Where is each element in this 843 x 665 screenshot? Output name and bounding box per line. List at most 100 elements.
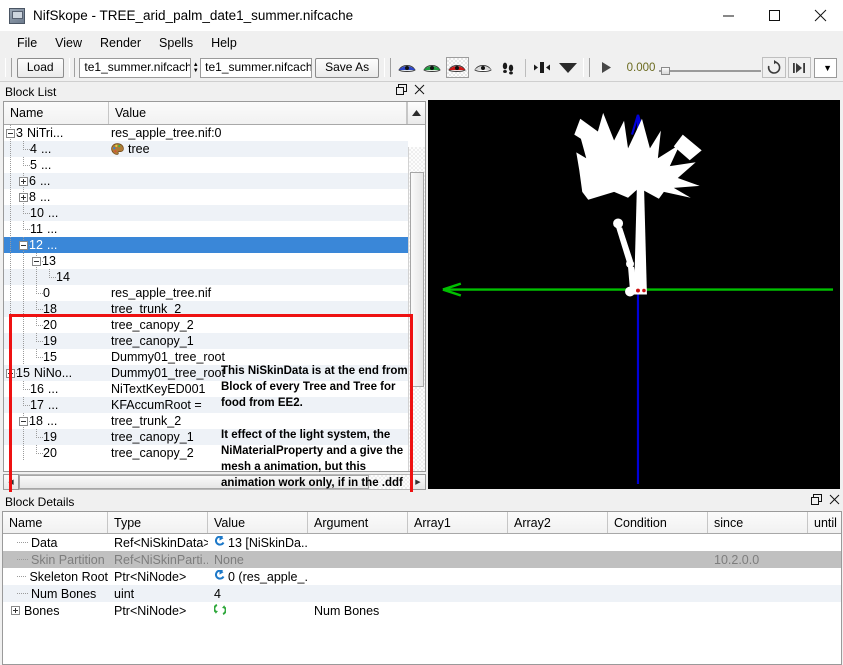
block-row-value-cell: Dummy01_tree_root — [109, 366, 408, 380]
details-cell-value: 4 — [208, 587, 308, 601]
block-list-row[interactable]: 14 — [4, 269, 408, 285]
scroll-left-icon[interactable]: ◀ — [3, 473, 19, 490]
block-list-row[interactable]: 16... NiTextKeyED001 — [4, 381, 408, 397]
block-list-row[interactable]: 10... — [4, 205, 408, 221]
menu-view[interactable]: View — [46, 34, 91, 52]
toolbar-grip-4[interactable] — [583, 58, 591, 77]
toolbar-grip-2[interactable] — [68, 58, 76, 77]
origin-marker-2 — [642, 288, 646, 293]
main-toolbar: Load te1_summer.nifcache ▲ ▼ te1_summer.n… — [0, 54, 843, 82]
vertical-scroll-thumb[interactable] — [410, 172, 424, 387]
collapse-icon[interactable] — [19, 240, 28, 250]
chevron-down-icon[interactable] — [556, 57, 579, 78]
eye-green-icon[interactable] — [420, 57, 443, 78]
scroll-up-icon[interactable] — [407, 102, 425, 124]
toolbar-grip-3[interactable] — [384, 58, 391, 77]
menu-help[interactable]: Help — [202, 34, 246, 52]
block-list-row[interactable]: 15 NiNo... Dummy01_tree_root — [4, 365, 408, 381]
window-title: NifSkope - TREE_arid_palm_date1_summer.n… — [33, 8, 354, 23]
details-column-header-name[interactable]: Name — [3, 512, 108, 533]
minimize-icon[interactable] — [705, 0, 751, 31]
menu-spells[interactable]: Spells — [150, 34, 202, 52]
eye-red-icon[interactable] — [445, 57, 470, 78]
block-list-row[interactable]: 12... — [4, 237, 408, 253]
eye-gray-icon[interactable] — [471, 57, 494, 78]
horizontal-scroll-track[interactable] — [19, 473, 410, 490]
column-header-value[interactable]: Value — [109, 102, 407, 124]
details-row[interactable]: Data Ref<NiSkinData> 13 [NiSkinDa... — [3, 534, 841, 551]
block-list-row[interactable]: 19 tree_canopy_1 — [4, 333, 408, 349]
block-list-row[interactable]: 17... KFAccumRoot = — [4, 397, 408, 413]
path-spinner[interactable]: ▲ ▼ — [192, 58, 199, 77]
scroll-right-icon[interactable]: ▶ — [410, 473, 426, 490]
details-column-header-condition[interactable]: Condition — [608, 512, 708, 533]
details-row[interactable]: Skin Partition Ref<NiSkinParti... None 10.2… — [3, 551, 841, 568]
block-list-vertical-scrollbar[interactable] — [408, 147, 425, 471]
block-list-title-label: Block List — [5, 84, 57, 99]
block-list-row[interactable]: 20 tree_canopy_2 — [4, 445, 408, 461]
axis-icon[interactable] — [531, 57, 554, 78]
collapse-icon[interactable] — [6, 368, 15, 378]
close-panel-icon[interactable] — [414, 84, 425, 95]
block-list-row[interactable]: 20 tree_canopy_2 — [4, 317, 408, 333]
block-list-row[interactable]: 19 tree_canopy_1 — [4, 429, 408, 445]
save-as-button[interactable]: Save As — [315, 57, 380, 78]
menu-file[interactable]: File — [8, 34, 46, 52]
load-path-input[interactable]: te1_summer.nifcache — [79, 57, 192, 78]
details-row[interactable]: Skeleton Root Ptr<NiNode> 0 (res_apple_... — [3, 568, 841, 585]
details-column-header-argument[interactable]: Argument — [308, 512, 408, 533]
block-list-row[interactable]: 3 NiTri... res_apple_tree.nif:0 — [4, 125, 408, 141]
block-list-row[interactable]: 8... — [4, 189, 408, 205]
slider-handle[interactable] — [661, 66, 671, 75]
collapse-icon[interactable] — [6, 128, 15, 138]
close-icon[interactable] — [797, 0, 843, 31]
block-list-horizontal-scrollbar[interactable]: ◀ ▶ — [3, 473, 426, 490]
block-list-row[interactable]: 13 — [4, 253, 408, 269]
column-header-name[interactable]: Name — [4, 102, 109, 124]
details-column-header-until[interactable]: until — [808, 512, 841, 533]
slider-track — [659, 69, 762, 72]
close-details-panel-icon[interactable] — [829, 494, 840, 505]
load-button[interactable]: Load — [16, 57, 64, 78]
undock-details-icon[interactable] — [811, 494, 822, 505]
block-list-row[interactable]: 18 tree_trunk_2 — [4, 301, 408, 317]
block-row-number: 15 — [43, 350, 57, 364]
play-range-icon[interactable] — [787, 57, 812, 78]
undock-icon[interactable] — [396, 84, 407, 95]
tree-branch-guide — [17, 205, 30, 221]
footsteps-icon[interactable] — [496, 57, 519, 78]
render-viewport[interactable] — [428, 100, 840, 489]
loop-icon[interactable] — [762, 57, 786, 78]
tree-branch-guide — [30, 349, 43, 365]
block-list-row[interactable]: 0 res_apple_tree.nif — [4, 285, 408, 301]
horizontal-scroll-thumb[interactable] — [19, 474, 369, 489]
block-list-row[interactable]: 5... — [4, 157, 408, 173]
toolbar-grip-1[interactable] — [5, 58, 12, 77]
details-column-header-since[interactable]: since — [708, 512, 808, 533]
details-column-header-array1[interactable]: Array1 — [408, 512, 508, 533]
details-row[interactable]: Num Bones uint 4 — [3, 585, 841, 602]
block-list-row[interactable]: 15 Dummy01_tree_root — [4, 349, 408, 365]
expand-icon[interactable] — [11, 606, 20, 615]
block-list-row[interactable]: 6... — [4, 173, 408, 189]
block-list-row[interactable]: 18... tree_trunk_2 — [4, 413, 408, 429]
block-list-row[interactable]: 4... tree — [4, 141, 408, 157]
block-list-row[interactable]: 11... — [4, 221, 408, 237]
details-row[interactable]: Bones Ptr<NiNode> Num Bones — [3, 602, 841, 619]
menu-render[interactable]: Render — [91, 34, 150, 52]
details-column-header-type[interactable]: Type — [108, 512, 208, 533]
tree-branch-guide — [4, 349, 17, 365]
details-column-header-value[interactable]: Value — [208, 512, 308, 533]
combo-chevron-down-icon[interactable]: ▼ — [819, 59, 836, 77]
collapse-icon[interactable] — [19, 416, 28, 426]
maximize-icon[interactable] — [751, 0, 797, 31]
save-path-input[interactable]: te1_summer.nifcache — [200, 57, 313, 78]
collapse-icon[interactable] — [32, 256, 41, 266]
animation-sequence-combo[interactable]: ▼ — [814, 57, 838, 78]
details-column-header-array2[interactable]: Array2 — [508, 512, 608, 533]
play-icon[interactable] — [594, 57, 617, 78]
animation-time-slider[interactable] — [659, 59, 762, 77]
expand-icon[interactable] — [19, 176, 28, 186]
expand-icon[interactable] — [19, 192, 28, 202]
eye-blue-icon[interactable] — [395, 57, 418, 78]
